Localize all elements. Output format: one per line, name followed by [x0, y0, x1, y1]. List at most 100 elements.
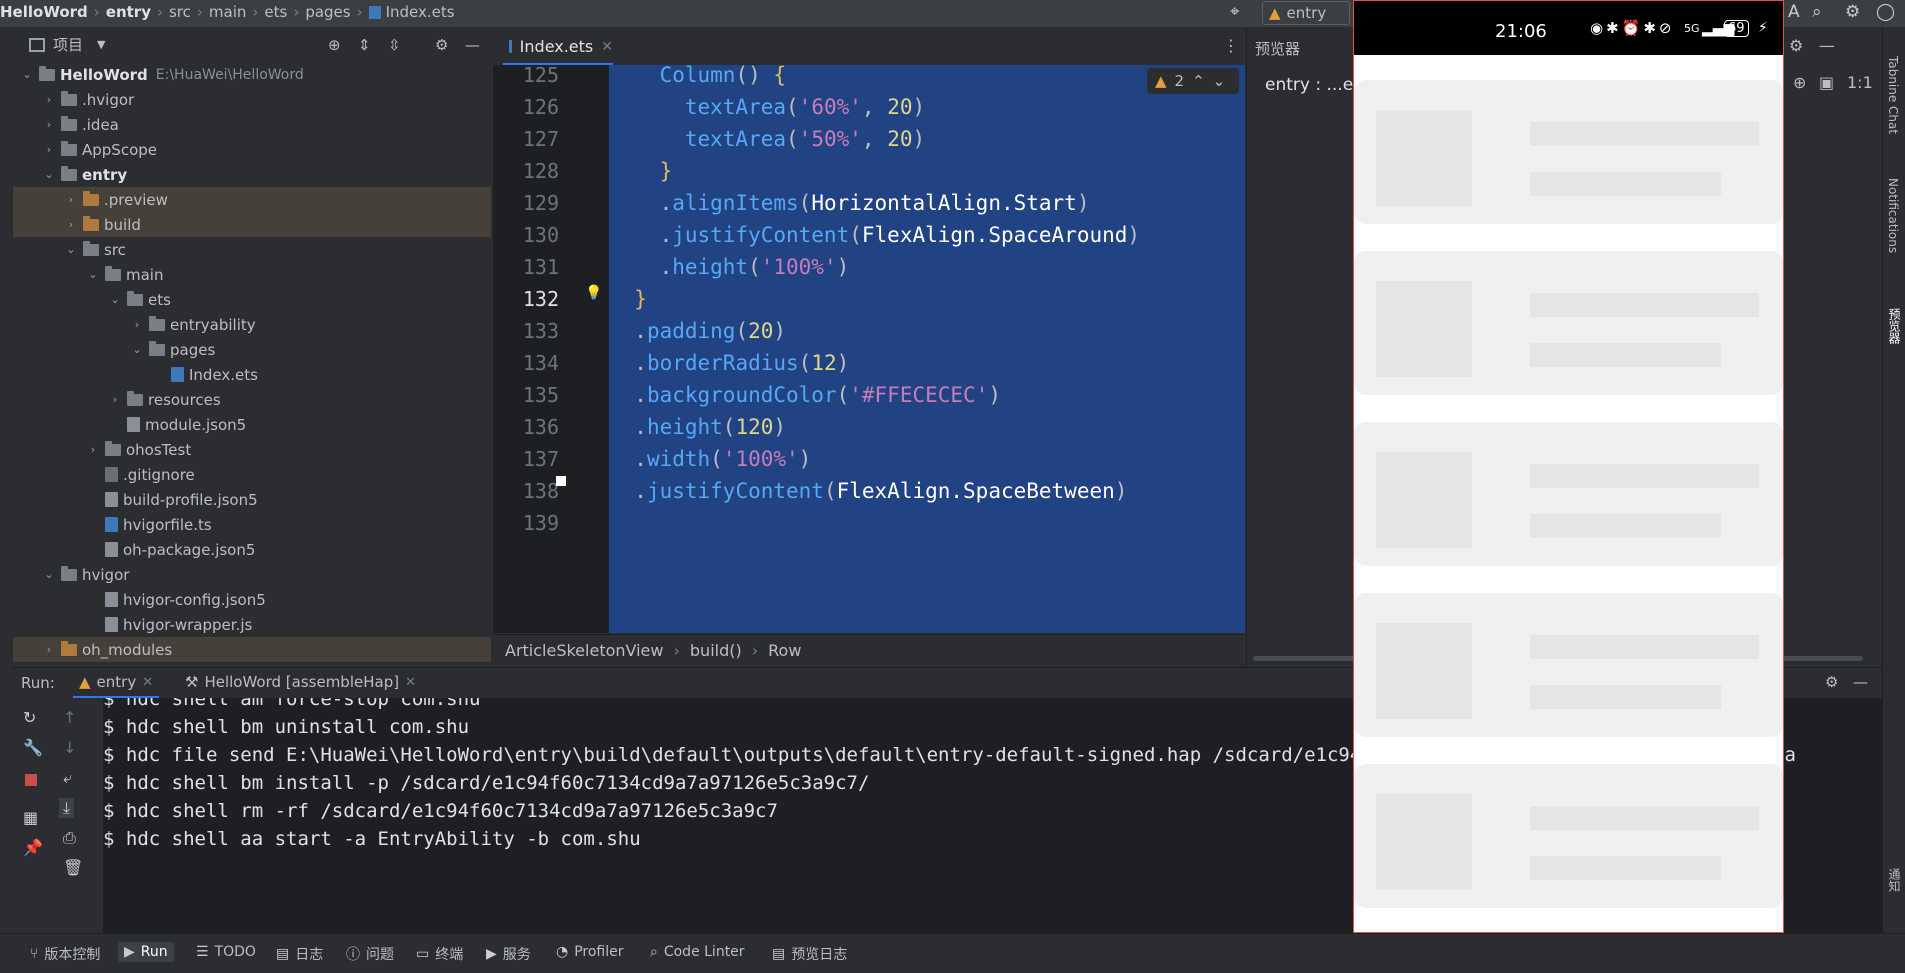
arrow-up-icon[interactable]: ↑	[63, 708, 76, 727]
chevron-down-icon[interactable]: ⌄	[65, 243, 77, 256]
close-icon[interactable]: ✕	[405, 675, 416, 690]
tree-item[interactable]: Index.ets	[13, 362, 491, 387]
chevron-right-icon[interactable]: ›	[43, 643, 55, 656]
crumb-ets[interactable]: ets	[264, 3, 287, 21]
chevron-down-icon[interactable]: ⌄	[43, 168, 55, 181]
chevron-right-icon[interactable]: ›	[43, 93, 55, 106]
chevron-right-icon[interactable]: ›	[43, 143, 55, 156]
tab-preview-log[interactable]: ▤ 预览日志	[772, 944, 847, 964]
previewer-tab[interactable]: 预览器	[1886, 308, 1903, 344]
run-tab-assemble[interactable]: ⚒ HelloWord [assembleHap] ✕	[185, 673, 416, 691]
chevron-down-icon[interactable]: ⌄	[87, 268, 99, 281]
chevron-up-icon[interactable]: ⌃	[1192, 72, 1205, 90]
crumb-entry[interactable]: entry	[106, 3, 151, 21]
tab-todo[interactable]: ☰ TODO	[196, 944, 256, 960]
close-icon[interactable]: ✕	[601, 39, 613, 55]
layout-icon[interactable]: ▦	[23, 808, 38, 827]
tree-item[interactable]: › entryability	[13, 312, 491, 337]
tree-item[interactable]: › .hvigor	[13, 87, 491, 112]
code-crumb-component[interactable]: Row	[768, 641, 801, 660]
crumb-main[interactable]: main	[209, 3, 246, 21]
chevron-right-icon[interactable]: ›	[109, 393, 121, 406]
chevron-right-icon[interactable]: ›	[65, 193, 77, 206]
tab-version-control[interactable]: ⑂ 版本控制	[30, 944, 100, 964]
soft-wrap-icon[interactable]: ⤶	[63, 768, 72, 788]
account-icon[interactable]: ◯	[1876, 2, 1895, 22]
locate-icon[interactable]: ⊕	[328, 36, 341, 54]
device-preview[interactable]: 21:06 ◉✱⏰✱⊘ 5G ▂▄▆ 69 ⚡	[1353, 0, 1784, 933]
search-icon[interactable]: ⌕	[1812, 2, 1822, 22]
hide-icon[interactable]: —	[465, 36, 480, 54]
tree-item[interactable]: ⌄ ets	[13, 287, 491, 312]
translate-icon[interactable]: A	[1788, 2, 1800, 22]
chevron-down-icon[interactable]: ⌄	[131, 343, 143, 356]
tree-item[interactable]: › .idea	[13, 112, 491, 137]
chevron-right-icon[interactable]: ›	[65, 218, 77, 231]
tabnine-chat-tab[interactable]: Tabnine Chat	[1886, 56, 1900, 134]
crumb-pages[interactable]: pages	[305, 3, 350, 21]
tree-item[interactable]: › ohosTest	[13, 437, 491, 462]
run-config-select[interactable]: ▲ entry	[1262, 1, 1350, 25]
target-icon[interactable]: ⌖	[1230, 2, 1240, 22]
tree-item[interactable]: › .preview	[13, 187, 491, 212]
actual-size-icon[interactable]: 1:1	[1847, 73, 1873, 92]
chevron-right-icon[interactable]: ›	[43, 118, 55, 131]
chevron-down-icon[interactable]: ⌄	[43, 568, 55, 581]
project-view-title[interactable]: 项目	[53, 34, 83, 55]
gear-icon[interactable]: ⚙	[1845, 2, 1860, 22]
crumb-src[interactable]: src	[169, 3, 191, 21]
settings-icon[interactable]: ⚙	[1789, 36, 1803, 55]
tree-item[interactable]: hvigor-wrapper.js	[13, 612, 491, 637]
print-icon[interactable]: ⎙	[63, 828, 76, 848]
tab-code-linter[interactable]: ⌕ Code Linter	[650, 944, 745, 960]
tree-item[interactable]: ⌄ src	[13, 237, 491, 262]
tree-item[interactable]: build-profile.json5	[13, 487, 491, 512]
settings-icon[interactable]: ⚙	[435, 36, 448, 54]
inspection-widget[interactable]: ▲ 2 ⌃ ⌄	[1147, 68, 1239, 94]
code-area[interactable]: Column() { textArea('60%', 20) textArea(…	[609, 65, 1245, 633]
tab-profiler[interactable]: ◔ Profiler	[556, 944, 624, 960]
color-swatch-icon[interactable]	[556, 476, 566, 486]
tree-item[interactable]: .gitignore	[13, 462, 491, 487]
tree-item[interactable]: oh-package.json5	[13, 537, 491, 562]
tree-item[interactable]: ⌄ entry	[13, 162, 491, 187]
fit-screen-icon[interactable]: ▣	[1819, 73, 1834, 92]
lightbulb-icon[interactable]: 💡	[585, 285, 602, 301]
chevron-down-icon[interactable]: ⌄	[21, 68, 33, 81]
tree-item[interactable]: ⌄ main	[13, 262, 491, 287]
trash-icon[interactable]: 🗑	[63, 858, 83, 877]
pin-icon[interactable]: 📌	[23, 838, 43, 857]
tab-run[interactable]: ▶ Run	[118, 942, 174, 962]
chevron-right-icon[interactable]: ›	[87, 443, 99, 456]
tab-terminal[interactable]: ▭ 终端	[416, 944, 463, 964]
scroll-to-end-icon[interactable]: ⤓	[59, 798, 75, 818]
rerun-icon[interactable]: ↻	[23, 708, 36, 727]
tree-item[interactable]: hvigorfile.ts	[13, 512, 491, 537]
chevron-down-icon[interactable]: ⌄	[1213, 72, 1226, 90]
tab-problems[interactable]: ⓘ 问题	[346, 944, 394, 964]
crumb-file[interactable]: Index.ets	[386, 3, 455, 21]
more-icon[interactable]: ⋮	[1223, 36, 1239, 55]
code-crumb-method[interactable]: build()	[690, 641, 742, 660]
chevron-right-icon[interactable]: ›	[131, 318, 143, 331]
tree-item[interactable]: › AppScope	[13, 137, 491, 162]
code-crumb-struct[interactable]: ArticleSkeletonView	[505, 641, 663, 660]
tab-log[interactable]: ▤ 日志	[276, 944, 323, 964]
tree-item[interactable]: ⌄ pages	[13, 337, 491, 362]
close-icon[interactable]: ✕	[142, 675, 153, 690]
notice-tab[interactable]: 通知	[1886, 868, 1903, 892]
tab-services[interactable]: ▶ 服务	[486, 944, 531, 964]
hide-icon[interactable]: —	[1853, 673, 1868, 691]
crumb-project[interactable]: HelloWord	[0, 3, 88, 21]
previewer-device-label[interactable]: entry : ...es	[1265, 75, 1362, 95]
expand-all-icon[interactable]: ⇕	[358, 36, 371, 54]
run-tab-entry[interactable]: ▲ entry ✕	[73, 668, 160, 699]
tree-item[interactable]: › build	[13, 212, 491, 237]
collapse-all-icon[interactable]: ⇳	[388, 36, 401, 54]
stop-icon[interactable]	[25, 774, 37, 786]
hide-icon[interactable]: —	[1819, 36, 1835, 55]
arrow-down-icon[interactable]: ↓	[63, 738, 76, 757]
settings-icon[interactable]: ⚙	[1825, 673, 1838, 691]
chevron-down-icon[interactable]: ⌄	[109, 293, 121, 306]
notifications-tab[interactable]: Notifications	[1886, 178, 1900, 253]
